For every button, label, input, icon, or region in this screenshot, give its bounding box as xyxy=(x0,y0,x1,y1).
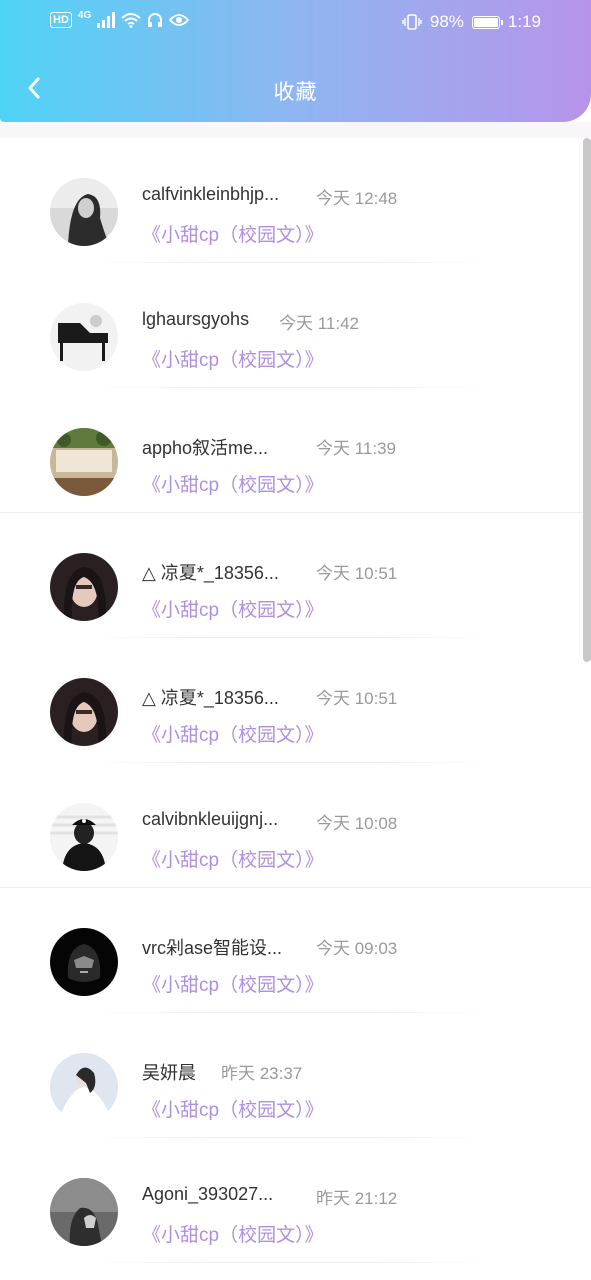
avatar-cafe-sign-icon xyxy=(50,428,118,496)
timestamp: 今天 11:42 xyxy=(279,314,360,333)
username: vrc剁ase智能设... xyxy=(142,938,283,958)
book-title[interactable]: 《小甜cp（校园文）》 xyxy=(142,970,324,997)
avatar[interactable] xyxy=(50,178,118,246)
scrollbar[interactable] xyxy=(583,138,591,662)
list-item[interactable]: △ 凉夏*_18356... 今天 10:51 《小甜cp（校园文）》 xyxy=(0,513,591,638)
timestamp: 今天 10:08 xyxy=(316,814,398,833)
list-item[interactable]: △ 凉夏*_18356... 今天 10:51 《小甜cp（校园文）》 xyxy=(0,638,591,763)
book-title[interactable]: 《小甜cp（校园文）》 xyxy=(142,1095,324,1122)
username: 吴妍晨 xyxy=(142,1063,196,1083)
clock: 1:19 xyxy=(507,12,541,31)
username: calvibnkleuijgnj... xyxy=(142,809,279,829)
eye-icon xyxy=(169,14,190,26)
avatar[interactable] xyxy=(50,428,118,496)
timestamp: 今天 11:39 xyxy=(316,439,397,458)
network-label: 4G xyxy=(77,9,92,21)
avatar-hand-dark-icon xyxy=(50,1178,118,1246)
avatar-woman-bw-icon xyxy=(50,178,118,246)
timestamp: 今天 12:48 xyxy=(316,189,398,208)
book-title[interactable]: 《小甜cp（校园文）》 xyxy=(142,220,324,247)
list-item[interactable]: calfvinkleinbhjp... 今天 12:48 《小甜cp（校园文）》 xyxy=(0,138,591,263)
avatar[interactable] xyxy=(50,678,118,746)
list-item[interactable]: appho叙活me... 今天 11:39 《小甜cp（校园文）》 xyxy=(0,388,591,513)
page-title: 收藏 xyxy=(273,81,318,104)
avatar-girl-white-dress-icon xyxy=(50,1053,118,1121)
book-title[interactable]: 《小甜cp（校园文）》 xyxy=(142,720,324,747)
avatar[interactable] xyxy=(50,928,118,996)
book-title[interactable]: 《小甜cp（校园文）》 xyxy=(142,470,324,497)
avatar-cap-person-icon xyxy=(50,803,118,871)
avatar-piano-sketch-icon xyxy=(50,303,118,371)
avatar[interactable] xyxy=(50,303,118,371)
list-item[interactable]: calvibnkleuijgnj... 今天 10:08 《小甜cp（校园文）》 xyxy=(0,763,591,888)
username: △ 凉夏*_18356... xyxy=(142,688,279,708)
username: calfvinkleinbhjp... xyxy=(142,184,280,204)
status-right: 98% 1:19 xyxy=(402,12,541,32)
list-item[interactable]: lghaursgyohs 今天 11:42 《小甜cp（校园文）》 xyxy=(0,263,591,388)
header-bar: HD 4G 98% 1:19 收藏 xyxy=(0,0,591,122)
list-item[interactable]: vrc剁ase智能设... 今天 09:03 《小甜cp（校园文）》 xyxy=(0,888,591,1013)
header-gap xyxy=(0,122,591,138)
vibrate-icon xyxy=(402,14,422,30)
avatar[interactable] xyxy=(50,1053,118,1121)
username: appho叙活me... xyxy=(142,438,269,458)
username: △ 凉夏*_18356... xyxy=(142,563,279,583)
hd-badge: HD xyxy=(50,12,72,28)
divider xyxy=(90,1262,491,1263)
wifi-icon xyxy=(121,13,141,28)
username: lghaursgyohs xyxy=(142,309,250,329)
list-item[interactable]: 吴妍晨 昨天 23:37 《小甜cp（校园文）》 xyxy=(0,1013,591,1138)
book-title[interactable]: 《小甜cp（校园文）》 xyxy=(142,845,324,872)
avatar-helmet-dark-icon xyxy=(50,928,118,996)
timestamp: 今天 10:51 xyxy=(316,689,398,708)
favorites-list[interactable]: calfvinkleinbhjp... 今天 12:48 《小甜cp（校园文）》… xyxy=(0,138,591,1280)
book-title[interactable]: 《小甜cp（校园文）》 xyxy=(142,595,324,622)
avatar[interactable] xyxy=(50,803,118,871)
headphones-icon xyxy=(148,13,163,27)
timestamp: 今天 09:03 xyxy=(316,939,398,958)
book-title[interactable]: 《小甜cp（校园文）》 xyxy=(142,1220,324,1247)
avatar[interactable] xyxy=(50,1178,118,1246)
timestamp: 今天 10:51 xyxy=(316,564,398,583)
book-title[interactable]: 《小甜cp（校园文）》 xyxy=(142,345,324,372)
avatar[interactable] xyxy=(50,553,118,621)
status-left: HD 4G xyxy=(50,9,190,28)
username: Agoni_393027... xyxy=(142,1184,274,1204)
avatar-girl-dark-hair-icon xyxy=(50,553,118,621)
battery-icon xyxy=(471,15,503,29)
timestamp: 昨天 21:12 xyxy=(316,1189,398,1208)
signal-icon xyxy=(97,12,116,28)
battery-percent: 98% xyxy=(429,12,464,31)
list-item[interactable]: Agoni_393027... 昨天 21:12 《小甜cp（校园文）》 xyxy=(0,1138,591,1263)
status-bar: HD 4G 98% 1:19 xyxy=(0,0,591,46)
avatar-girl-dark-hair-icon xyxy=(50,678,118,746)
timestamp: 昨天 23:37 xyxy=(221,1064,303,1083)
